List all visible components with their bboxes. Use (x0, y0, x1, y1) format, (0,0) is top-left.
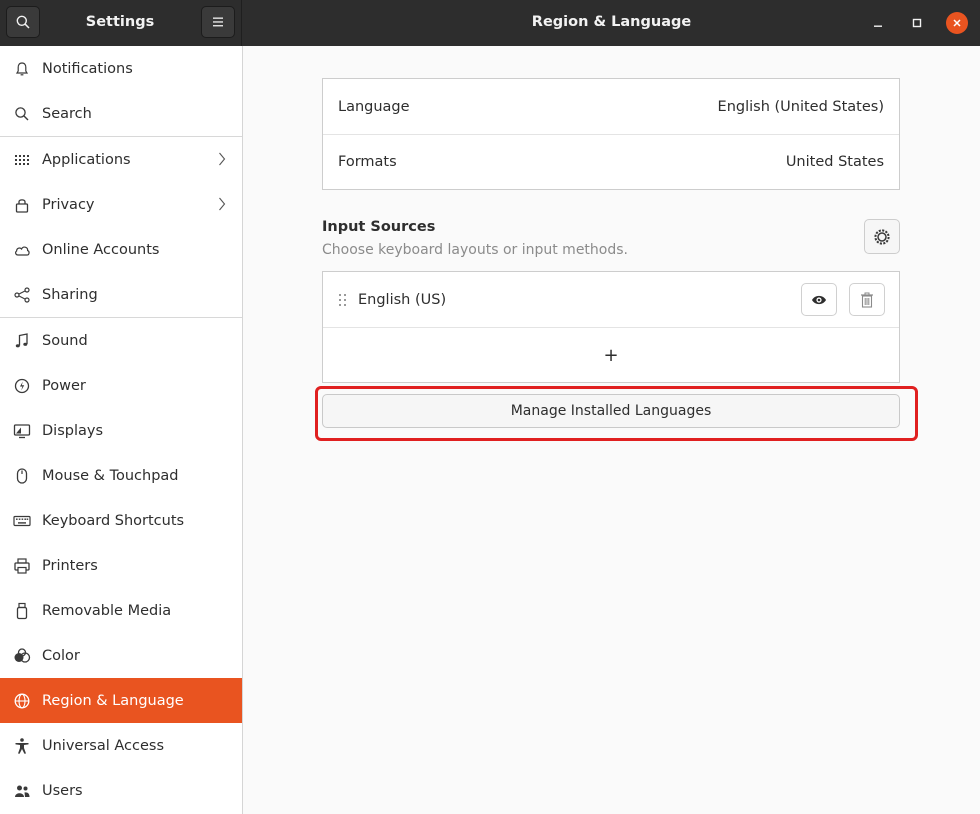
sidebar-item-power[interactable]: Power (0, 363, 242, 408)
sidebar: Notifications Search Applications Privac… (0, 46, 243, 814)
sidebar-item-displays[interactable]: Displays (0, 408, 242, 453)
mouse-icon (16, 468, 28, 484)
bell-icon (15, 62, 29, 76)
sidebar-item-privacy[interactable]: Privacy (0, 182, 242, 227)
formats-value: United States (785, 154, 884, 170)
accessibility-icon (15, 738, 29, 754)
power-icon (14, 378, 30, 394)
sidebar-item-label: Removable Media (42, 602, 172, 619)
header-bar: Settings Region & Language (0, 0, 980, 46)
maximize-button[interactable] (906, 12, 928, 34)
language-value: English (United States) (717, 98, 884, 115)
remove-input-source-button[interactable] (849, 283, 885, 316)
drag-handle-icon[interactable] (338, 293, 348, 307)
sidebar-item-label: Sharing (42, 286, 98, 303)
sidebar-item-label: Power (42, 377, 86, 394)
sidebar-item-sharing[interactable]: Sharing (0, 272, 242, 317)
menu-button[interactable] (201, 6, 235, 38)
sidebar-item-region-language[interactable]: Region & Language (0, 678, 242, 723)
app-title: Settings (85, 14, 155, 30)
sidebar-item-label: Color (42, 647, 80, 664)
formats-label: Formats (338, 154, 397, 170)
sidebar-item-notifications[interactable]: Notifications (0, 46, 242, 91)
hamburger-menu-icon (213, 17, 223, 27)
search-icon (15, 107, 29, 121)
chevron-right-icon (219, 197, 226, 211)
share-icon (14, 287, 30, 303)
sidebar-item-keyboard-shortcuts[interactable]: Keyboard Shortcuts (0, 498, 242, 543)
language-label: Language (338, 98, 410, 115)
sidebar-item-search[interactable]: Search (0, 91, 242, 136)
maximize-icon (912, 18, 922, 28)
sidebar-item-sound[interactable]: Sound (0, 318, 242, 363)
eye-icon (812, 295, 826, 304)
input-sources-options-button[interactable] (864, 219, 900, 254)
sidebar-item-label: Search (42, 105, 92, 122)
sidebar-item-users[interactable]: Users (0, 768, 242, 813)
search-button[interactable] (6, 6, 40, 38)
sidebar-item-label: Privacy (42, 196, 95, 213)
sidebar-item-universal-access[interactable]: Universal Access (0, 723, 242, 768)
add-input-source-row[interactable]: + (323, 327, 899, 382)
highlight-box (315, 386, 918, 441)
globe-icon (14, 693, 30, 709)
color-icon (14, 648, 31, 663)
apps-grid-icon (15, 155, 29, 165)
minimize-button[interactable] (867, 12, 889, 34)
sidebar-item-label: Notifications (42, 60, 133, 77)
sidebar-item-label: Users (42, 782, 83, 799)
language-row[interactable]: Language English (United States) (323, 79, 899, 134)
gear-icon (874, 228, 890, 245)
usb-drive-icon (16, 602, 28, 620)
sidebar-item-label: Keyboard Shortcuts (42, 512, 185, 529)
sidebar-item-label: Region & Language (42, 692, 184, 709)
display-icon (13, 424, 31, 439)
sidebar-item-label: Online Accounts (42, 241, 160, 258)
formats-row[interactable]: Formats United States (323, 134, 899, 189)
input-sources-title: Input Sources (322, 219, 436, 235)
main-content: Language English (United States) Formats… (243, 46, 980, 814)
input-source-label: English (US) (358, 291, 447, 308)
music-note-icon (15, 333, 28, 348)
sidebar-item-label: Applications (42, 151, 131, 168)
trash-icon (861, 292, 873, 308)
sidebar-item-label: Universal Access (42, 737, 165, 754)
close-button[interactable] (946, 12, 968, 34)
sidebar-item-label: Printers (42, 557, 98, 574)
chevron-right-icon (219, 152, 226, 166)
sidebar-item-label: Mouse & Touchpad (42, 467, 179, 484)
users-icon (15, 785, 30, 797)
sidebar-header: Settings (0, 0, 242, 46)
add-input-source-label: + (603, 344, 619, 366)
sidebar-item-removable-media[interactable]: Removable Media (0, 588, 242, 633)
sidebar-item-printers[interactable]: Printers (0, 543, 242, 588)
input-source-row[interactable]: English (US) (323, 272, 899, 327)
sidebar-item-applications[interactable]: Applications (0, 137, 242, 182)
printer-icon (14, 558, 30, 574)
close-icon (953, 19, 961, 27)
keyboard-icon (13, 515, 31, 527)
region-settings-list: Language English (United States) Formats… (322, 78, 900, 190)
sidebar-item-online-accounts[interactable]: Online Accounts (0, 227, 242, 272)
input-sources-subtitle: Choose keyboard layouts or input methods… (322, 242, 628, 258)
search-icon (16, 15, 30, 29)
minimize-icon (874, 25, 882, 27)
cloud-icon (15, 246, 30, 256)
view-layout-button[interactable] (801, 283, 837, 316)
sidebar-item-mouse-touchpad[interactable]: Mouse & Touchpad (0, 453, 242, 498)
lock-icon (15, 199, 29, 213)
sidebar-item-label: Sound (42, 332, 88, 349)
sidebar-item-color[interactable]: Color (0, 633, 242, 678)
sidebar-item-label: Displays (42, 422, 104, 439)
input-sources-list: English (US) + (322, 271, 900, 383)
